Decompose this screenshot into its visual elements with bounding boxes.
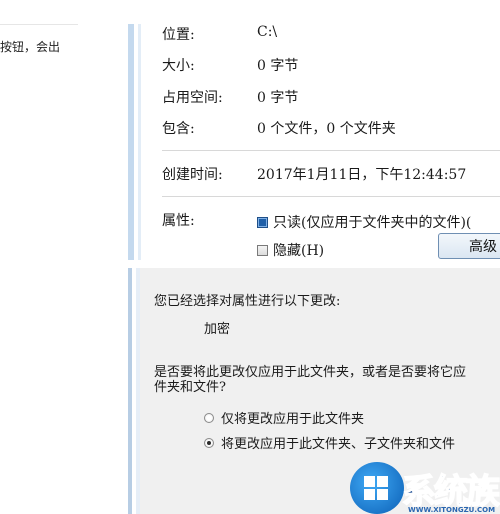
- size-on-disk-label: 占用空间:: [162, 90, 223, 106]
- location-value: C:\: [257, 24, 278, 40]
- article-strip: 按钮，会出: [0, 0, 96, 514]
- hidden-checkbox-row[interactable]: 隐藏(H): [257, 240, 324, 260]
- size-on-disk-value: 0 字节: [257, 90, 299, 106]
- dialog-question-line2: 件夹和文件?: [154, 380, 226, 395]
- location-label: 位置:: [162, 27, 195, 43]
- article-divider: [0, 24, 78, 25]
- radio-option-all[interactable]: 将更改应用于此文件夹、子文件夹和文件: [204, 433, 455, 452]
- created-value: 2017年1月11日，下午12:44:57: [257, 167, 467, 183]
- properties-window-frame-inner: [138, 24, 141, 260]
- confirm-window-frame: [128, 268, 132, 514]
- size-value: 0 字节: [257, 58, 299, 74]
- size-label: 大小:: [162, 58, 195, 74]
- properties-panel: 位置: C:\ 大小: 0 字节 占用空间: 0 字节 包含: 0 个文件，0 …: [142, 0, 500, 260]
- readonly-label: 只读(仅应用于文件夹中的文件)(: [273, 215, 472, 231]
- radio-option-folder-only[interactable]: 仅将更改应用于此文件夹: [204, 408, 364, 427]
- pending-change: 加密: [204, 322, 231, 337]
- contains-label: 包含:: [162, 121, 195, 137]
- properties-window-frame: [128, 24, 134, 260]
- section-divider: [162, 196, 500, 197]
- created-label: 创建时间:: [162, 167, 223, 183]
- readonly-checkbox-row[interactable]: 只读(仅应用于文件夹中的文件)(: [257, 212, 471, 232]
- radio-option-label: 将更改应用于此文件夹、子文件夹和文件: [221, 437, 456, 452]
- site-watermark: 系统族 WWW.XITONGZU.COM: [350, 462, 500, 514]
- windows-logo-icon: [350, 462, 404, 514]
- article-snippet: 按钮，会出: [0, 40, 61, 54]
- hidden-checkbox[interactable]: [257, 244, 268, 256]
- hidden-label: 隐藏(H): [273, 243, 325, 259]
- radio-option-label: 仅将更改应用于此文件夹: [221, 412, 365, 427]
- section-divider: [162, 150, 500, 151]
- attributes-label: 属性:: [162, 213, 195, 229]
- readonly-checkbox[interactable]: [257, 216, 268, 228]
- dialog-intro: 您已经选择对属性进行以下更改:: [154, 294, 341, 309]
- advanced-button[interactable]: 高级: [438, 233, 500, 259]
- watermark-url: WWW.XITONGZU.COM: [408, 506, 496, 514]
- radio-button-selected[interactable]: [204, 437, 214, 448]
- radio-button[interactable]: [204, 412, 214, 423]
- contains-value: 0 个文件，0 个文件夹: [257, 121, 396, 137]
